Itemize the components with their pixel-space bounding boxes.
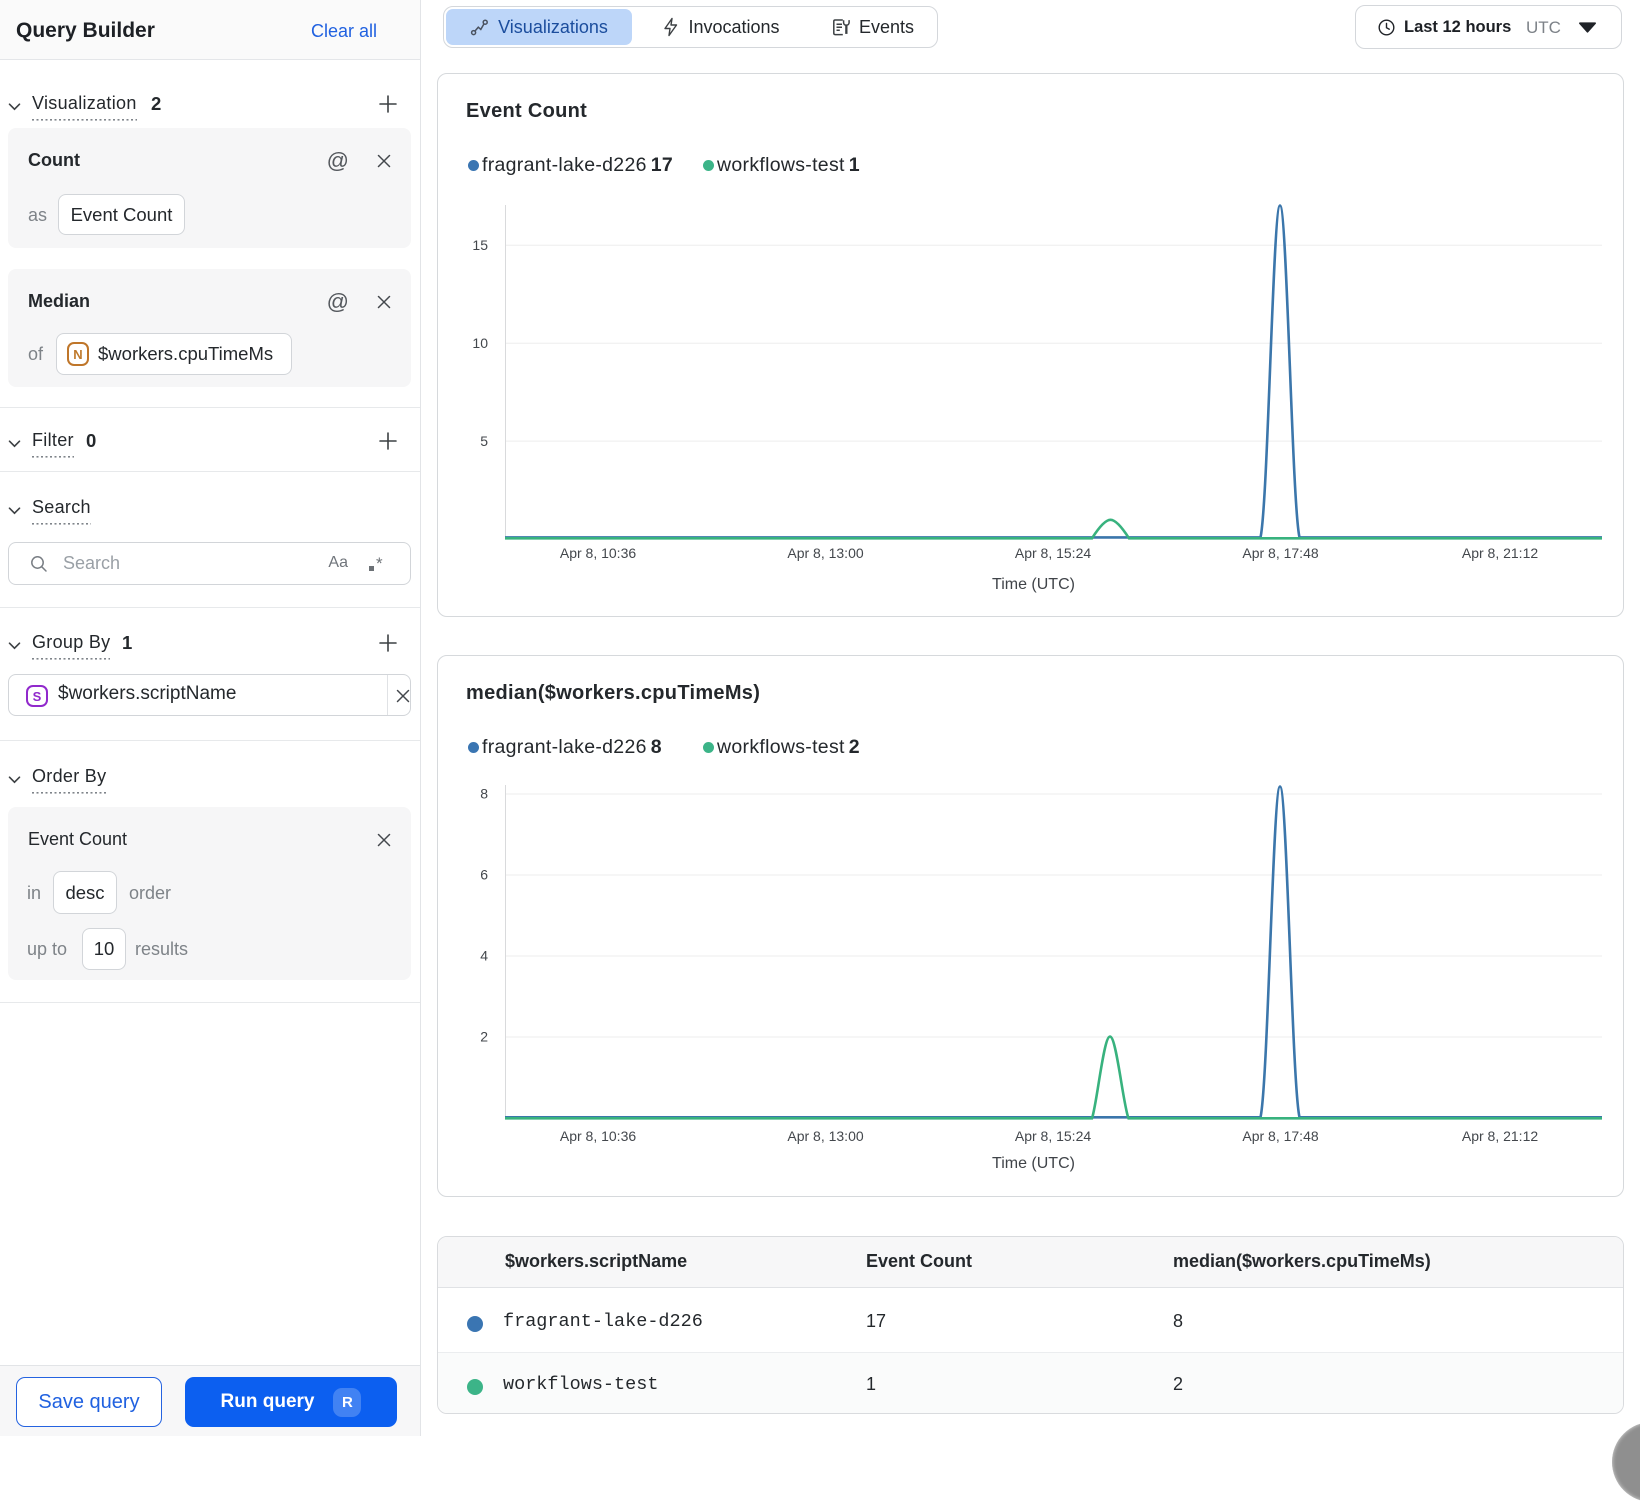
svg-text:*: * [376, 556, 383, 573]
svg-text:5: 5 [480, 433, 488, 449]
svg-text:8: 8 [480, 786, 488, 802]
svg-text:2: 2 [480, 1029, 488, 1045]
svg-text:Apr 8, 17:48: Apr 8, 17:48 [1242, 545, 1318, 561]
svg-text:Apr 8, 21:12: Apr 8, 21:12 [1462, 545, 1538, 561]
svg-text:Apr 8, 21:12: Apr 8, 21:12 [1462, 1128, 1538, 1144]
svg-text:Apr 8, 13:00: Apr 8, 13:00 [787, 1128, 863, 1144]
svg-text:Apr 8, 10:36: Apr 8, 10:36 [560, 545, 636, 561]
svg-text:Time (UTC): Time (UTC) [992, 1155, 1075, 1172]
svg-text:4: 4 [480, 948, 488, 964]
svg-text:6: 6 [480, 867, 488, 883]
svg-text:15: 15 [472, 237, 488, 253]
svg-text:Apr 8, 10:36: Apr 8, 10:36 [560, 1128, 636, 1144]
svg-text:Apr 8, 17:48: Apr 8, 17:48 [1242, 1128, 1318, 1144]
svg-text:Time (UTC): Time (UTC) [992, 576, 1075, 593]
svg-text:Apr 8, 15:24: Apr 8, 15:24 [1015, 545, 1091, 561]
svg-text:Apr 8, 13:00: Apr 8, 13:00 [787, 545, 863, 561]
svg-text:10: 10 [472, 335, 488, 351]
svg-text:Apr 8, 15:24: Apr 8, 15:24 [1015, 1128, 1091, 1144]
